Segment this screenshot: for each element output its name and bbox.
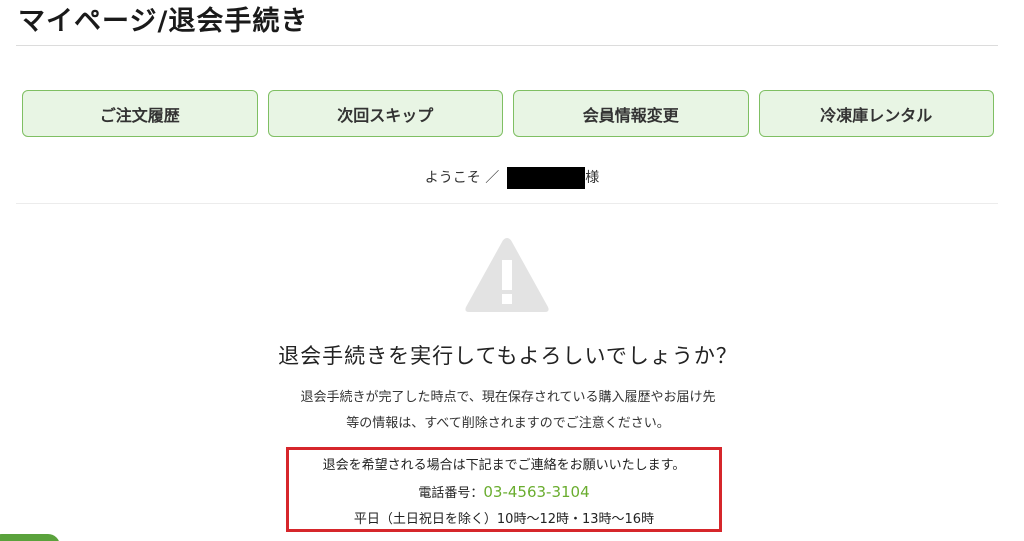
- mypage-nav: ご注文履歴 次回スキップ 会員情報変更 冷凍庫レンタル: [22, 90, 994, 139]
- welcome-prefix: ようこそ ／: [424, 170, 500, 186]
- deletion-notice: 退会手続きが完了した時点で、現在保存されている購入履歴やお届け先 等の情報は、す…: [0, 385, 1016, 437]
- business-hours: 平日（土日祝日を除く）10時〜12時・13時〜16時: [353, 512, 655, 527]
- contact-box: 退会を希望される場合は下記までご連絡をお願いいたします。 電話番号：03-456…: [286, 447, 722, 532]
- phone-number[interactable]: 03-4563-3104: [483, 483, 589, 501]
- page-title: マイページ/退会手続き: [18, 6, 309, 37]
- phone-label: 電話番号：: [418, 486, 484, 501]
- welcome-message: ようこそ ／ 様: [0, 166, 1024, 190]
- confirm-question: 退会手続きを実行してもよろしいでしょうか？: [278, 344, 738, 368]
- welcome-suffix: 様: [585, 170, 600, 186]
- order-history-button[interactable]: ご注文履歴: [22, 90, 258, 137]
- notice-line-2: 等の情報は、すべて削除されますのでご注意ください。: [346, 416, 670, 431]
- contact-instruction: 退会を希望される場合は下記までご連絡をお願いいたします。: [322, 458, 686, 473]
- page: マイページ/退会手続き ご注文履歴 次回スキップ 会員情報変更 冷凍庫レンタル …: [0, 0, 1024, 541]
- member-info-button[interactable]: 会員情報変更: [513, 90, 749, 137]
- redacted-username: [507, 167, 586, 189]
- freezer-rental-button[interactable]: 冷凍庫レンタル: [758, 90, 994, 137]
- title-divider: [16, 45, 998, 46]
- warning-icon: [465, 238, 549, 312]
- floating-corner-button[interactable]: [0, 534, 60, 541]
- phone-row: 電話番号：03-4563-3104: [289, 479, 719, 507]
- notice-line-1: 退会手続きが完了した時点で、現在保存されている購入履歴やお届け先: [300, 390, 716, 405]
- welcome-divider: [16, 203, 998, 204]
- skip-next-button[interactable]: 次回スキップ: [267, 90, 503, 137]
